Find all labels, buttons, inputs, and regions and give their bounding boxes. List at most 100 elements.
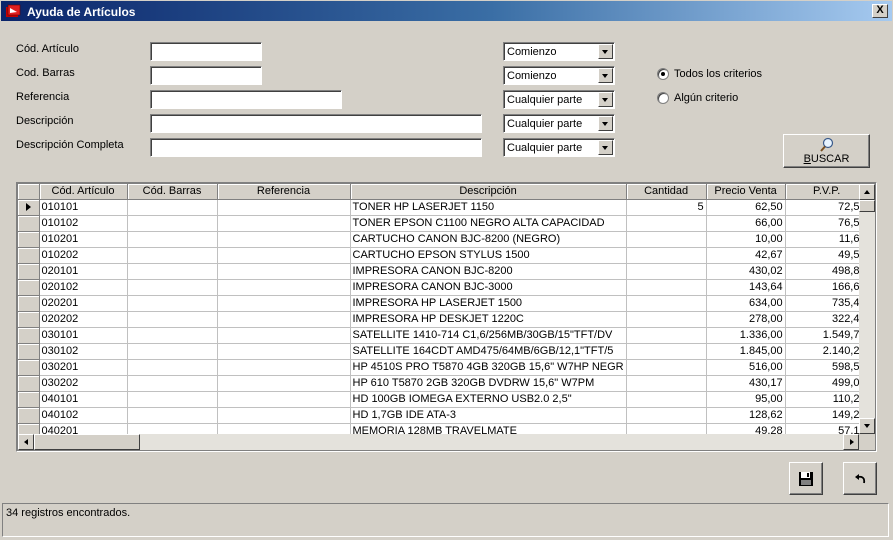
cell-cantidad[interactable]: [626, 407, 707, 424]
scroll-right-button[interactable]: [843, 434, 859, 450]
cell-descripcion[interactable]: CARTUCHO EPSON STYLUS 1500: [350, 247, 627, 264]
table-row[interactable]: 010102 TONER EPSON C1100 NEGRO ALTA CAPAC…: [18, 215, 869, 232]
codigo-barras-input[interactable]: [150, 66, 262, 85]
cell-barras[interactable]: [127, 279, 218, 296]
cell-referencia[interactable]: [217, 343, 351, 360]
cell-precio-venta[interactable]: 95,00: [706, 391, 786, 408]
cell-precio-venta[interactable]: 634,00: [706, 295, 786, 312]
cell-barras[interactable]: [127, 199, 218, 216]
cell-referencia[interactable]: [217, 327, 351, 344]
codigo-barras-mode-select[interactable]: Comienzo: [503, 66, 615, 85]
cell-barras[interactable]: [127, 263, 218, 280]
row-indicator[interactable]: [18, 247, 40, 264]
horizontal-scrollbar[interactable]: [18, 434, 859, 450]
cell-referencia[interactable]: [217, 311, 351, 328]
cell-precio-venta[interactable]: 62,50: [706, 199, 786, 216]
cell-precio-venta[interactable]: 278,00: [706, 311, 786, 328]
cell-descripcion[interactable]: CARTUCHO CANON BJC-8200 (NEGRO): [350, 231, 627, 248]
cell-codigo[interactable]: 010101: [39, 199, 128, 216]
cell-codigo[interactable]: 010202: [39, 247, 128, 264]
cell-precio-venta[interactable]: 1.336,00: [706, 327, 786, 344]
descripcion-completa-input[interactable]: [150, 138, 482, 157]
cell-pvp[interactable]: 2.140,20: [785, 343, 869, 360]
column-header-barras[interactable]: Cód. Barras: [127, 184, 218, 200]
cell-descripcion[interactable]: TONER HP LASERJET 1150: [350, 199, 627, 216]
cell-referencia[interactable]: [217, 199, 351, 216]
cell-precio-venta[interactable]: 42,67: [706, 247, 786, 264]
cell-codigo[interactable]: 010201: [39, 231, 128, 248]
table-row[interactable]: 040102 HD 1,7GB IDE ATA-3 128,62 149,20: [18, 407, 869, 424]
cell-pvp[interactable]: 149,20: [785, 407, 869, 424]
cell-barras[interactable]: [127, 295, 218, 312]
row-indicator[interactable]: [18, 215, 40, 232]
cell-referencia[interactable]: [217, 263, 351, 280]
referencia-input[interactable]: [150, 90, 342, 109]
cell-pvp[interactable]: 11,60: [785, 231, 869, 248]
cell-descripcion[interactable]: HD 100GB IOMEGA EXTERNO USB2.0 2,5": [350, 391, 627, 408]
cell-descripcion[interactable]: HP 4510S PRO T5870 4GB 320GB 15,6" W7HP …: [350, 359, 627, 376]
cell-codigo[interactable]: 030102: [39, 343, 128, 360]
cell-codigo[interactable]: 010102: [39, 215, 128, 232]
results-grid[interactable]: Cód. Artículo Cód. Barras Referencia Des…: [16, 182, 877, 452]
table-row[interactable]: 020101 IMPRESORA CANON BJC-8200 430,02 498,…: [18, 263, 869, 280]
cell-barras[interactable]: [127, 375, 218, 392]
table-row[interactable]: 010201 CARTUCHO CANON BJC-8200 (NEGRO) 10,…: [18, 231, 869, 248]
cell-pvp[interactable]: 1.549,76: [785, 327, 869, 344]
referencia-mode-select[interactable]: Cualquier parte: [503, 90, 615, 109]
horizontal-scroll-thumb[interactable]: [34, 434, 140, 450]
row-indicator[interactable]: [18, 327, 40, 344]
row-indicator[interactable]: [18, 375, 40, 392]
save-button[interactable]: [789, 462, 823, 495]
table-row[interactable]: 030201 HP 4510S PRO T5870 4GB 320GB 15,6"…: [18, 359, 869, 376]
cell-cantidad[interactable]: [626, 391, 707, 408]
cell-codigo[interactable]: 030202: [39, 375, 128, 392]
cell-codigo[interactable]: 020202: [39, 311, 128, 328]
table-row[interactable]: 020102 IMPRESORA CANON BJC-3000 143,64 166,…: [18, 279, 869, 296]
column-header-precio-venta[interactable]: Precio Venta: [706, 184, 786, 200]
cell-descripcion[interactable]: IMPRESORA CANON BJC-3000: [350, 279, 627, 296]
cell-codigo[interactable]: 020201: [39, 295, 128, 312]
cell-referencia[interactable]: [217, 215, 351, 232]
cell-cantidad[interactable]: [626, 343, 707, 360]
dropdown-button[interactable]: [598, 68, 613, 83]
radio-button[interactable]: [657, 92, 669, 104]
column-header-pvp[interactable]: P.V.P.: [785, 184, 869, 200]
cell-cantidad[interactable]: [626, 295, 707, 312]
cell-pvp[interactable]: 110,20: [785, 391, 869, 408]
cell-cantidad[interactable]: [626, 231, 707, 248]
cell-descripcion[interactable]: HP 610 T5870 2GB 320GB DVDRW 15,6" W7PM: [350, 375, 627, 392]
cell-referencia[interactable]: [217, 295, 351, 312]
scroll-left-button[interactable]: [18, 434, 34, 450]
row-indicator[interactable]: [18, 263, 40, 280]
cell-pvp[interactable]: 735,44: [785, 295, 869, 312]
descripcion-mode-select[interactable]: Cualquier parte: [503, 114, 615, 133]
cell-referencia[interactable]: [217, 231, 351, 248]
cell-pvp[interactable]: 322,48: [785, 311, 869, 328]
scroll-up-button[interactable]: [859, 184, 875, 200]
row-indicator[interactable]: [18, 359, 40, 376]
cell-pvp[interactable]: 49,50: [785, 247, 869, 264]
dropdown-button[interactable]: [598, 116, 613, 131]
cell-barras[interactable]: [127, 215, 218, 232]
cell-barras[interactable]: [127, 311, 218, 328]
table-row[interactable]: 030102 SATELLITE 164CDT AMD475/64MB/6GB/1…: [18, 343, 869, 360]
cell-barras[interactable]: [127, 231, 218, 248]
table-row[interactable]: 020202 IMPRESORA HP DESKJET 1220C 278,00 32…: [18, 311, 869, 328]
cell-barras[interactable]: [127, 391, 218, 408]
table-row[interactable]: 020201 IMPRESORA HP LASERJET 1500 634,00 73…: [18, 295, 869, 312]
undo-button[interactable]: [843, 462, 877, 495]
close-button[interactable]: X: [872, 4, 888, 18]
cell-codigo[interactable]: 030201: [39, 359, 128, 376]
cell-cantidad[interactable]: [626, 375, 707, 392]
cell-barras[interactable]: [127, 343, 218, 360]
cell-referencia[interactable]: [217, 247, 351, 264]
column-header-descripcion[interactable]: Descripción: [350, 184, 627, 200]
cell-precio-venta[interactable]: 516,00: [706, 359, 786, 376]
cell-referencia[interactable]: [217, 407, 351, 424]
dropdown-button[interactable]: [598, 140, 613, 155]
table-row[interactable]: 010101 TONER HP LASERJET 1150 5 62,50 72,50: [18, 199, 869, 216]
table-row[interactable]: 030202 HP 610 T5870 2GB 320GB DVDRW 15,6"…: [18, 375, 869, 392]
cell-descripcion[interactable]: SATELLITE 1410-714 C1,6/256MB/30GB/15"TF…: [350, 327, 627, 344]
row-indicator[interactable]: [18, 279, 40, 296]
scroll-down-button[interactable]: [859, 418, 875, 434]
